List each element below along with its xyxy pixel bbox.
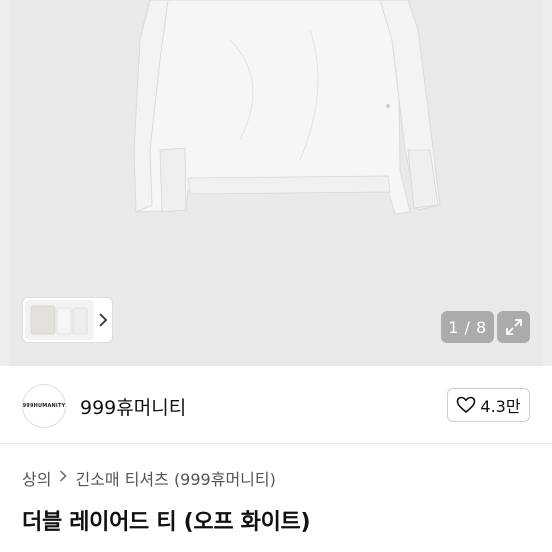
product-image-gallery[interactable]: 1 / 8: [0, 0, 552, 366]
chevron-right-icon: [59, 470, 68, 486]
chevron-right-icon[interactable]: [94, 300, 112, 340]
seller-avatar[interactable]: 999HUMANITY: [22, 384, 66, 428]
breadcrumb-category[interactable]: 상의: [22, 466, 51, 490]
breadcrumb: 상의 긴소매 티셔츠 (999휴머니티): [22, 466, 276, 490]
thumbnail-image[interactable]: [25, 300, 95, 340]
expand-icon: [505, 319, 522, 335]
seller-name[interactable]: 999휴머니티: [80, 393, 186, 420]
like-button[interactable]: 4.3만: [447, 388, 530, 422]
heart-icon: [457, 396, 476, 414]
product-title: 더블 레이어드 티 (오프 화이트): [22, 510, 311, 535]
image-counter: 1 / 8: [441, 311, 494, 343]
breadcrumb-subcategory[interactable]: 긴소매 티셔츠 (999휴머니티): [75, 466, 275, 490]
avatar-logo-text: 999HUMANITY: [22, 403, 66, 409]
like-count: 4.3만: [480, 397, 521, 416]
seller-row: 999HUMANITY 999휴머니티 4.3만: [0, 366, 552, 444]
expand-button[interactable]: [497, 311, 530, 343]
thumbnail-strip[interactable]: [22, 297, 113, 343]
